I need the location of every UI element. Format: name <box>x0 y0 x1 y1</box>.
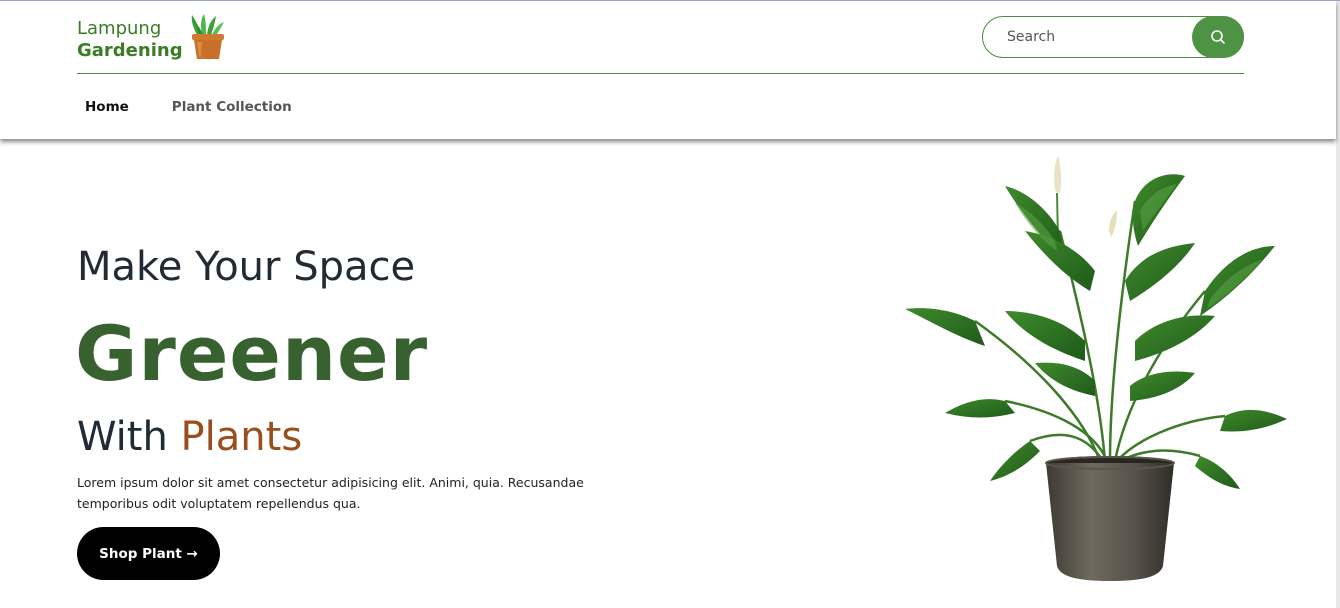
hero-plant-image <box>905 156 1287 581</box>
search-bar <box>982 16 1244 58</box>
header-divider <box>77 73 1244 74</box>
site-logo[interactable]: Lampung Gardening <box>77 13 227 66</box>
hero-heading-line-1: Make Your Space <box>77 244 416 290</box>
hero-heading-line-3-prefix: With <box>77 414 181 460</box>
search-button[interactable] <box>1192 16 1244 58</box>
logo-line-2: Gardening <box>77 39 183 61</box>
nav-home[interactable]: Home <box>85 99 129 115</box>
search-icon <box>1211 30 1225 44</box>
hero-heading-accent: Plants <box>180 414 303 460</box>
logo-text: Lampung Gardening <box>77 18 183 62</box>
nav-plant-collection[interactable]: Plant Collection <box>172 99 292 115</box>
potted-plant-icon <box>189 13 227 66</box>
main-nav: Home Plant Collection <box>85 99 292 115</box>
site-header: Lampung Gardening Home <box>0 1 1336 139</box>
shop-plant-button[interactable]: Shop Plant → <box>77 527 220 580</box>
logo-line-1: Lampung <box>77 17 162 39</box>
hero-heading-line-2: Greener <box>75 309 429 398</box>
search-input[interactable] <box>1007 26 1177 48</box>
hero-description: Lorem ipsum dolor sit amet consectetur a… <box>77 475 584 511</box>
hero-heading-line-3: With Plants <box>77 414 302 460</box>
scrollbar[interactable] <box>1336 1 1340 608</box>
